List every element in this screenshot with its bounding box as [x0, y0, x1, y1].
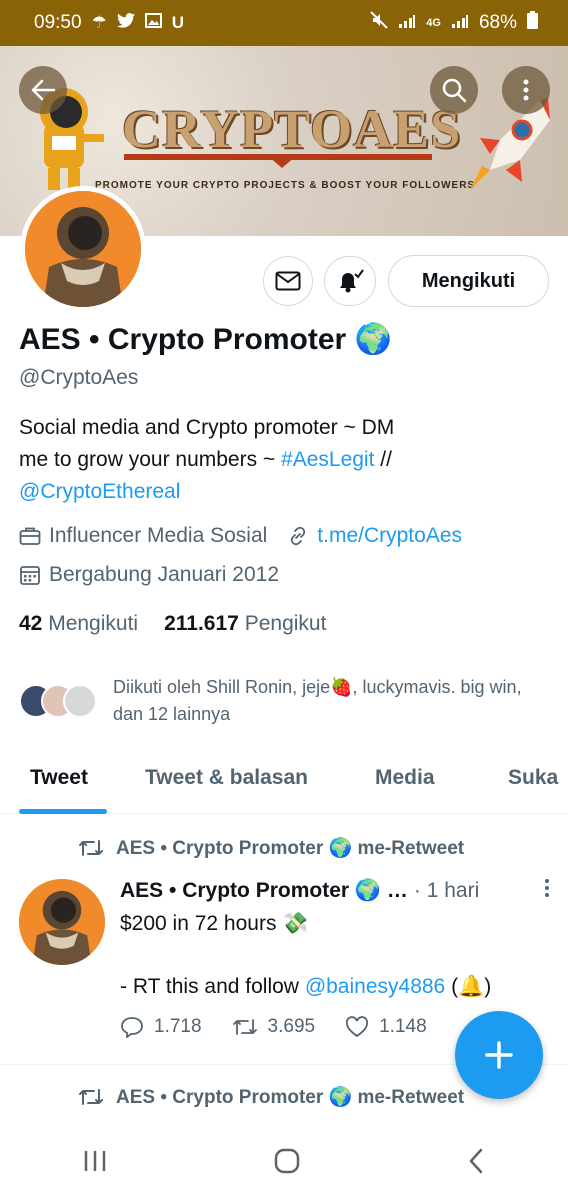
retweet-icon [232, 1019, 257, 1035]
home-button[interactable] [273, 1147, 301, 1180]
mute-icon [370, 11, 388, 35]
astronaut-avatar-image [25, 191, 141, 307]
plus-icon [485, 1041, 513, 1069]
bio-line-3: @CryptoEthereal [19, 476, 479, 508]
following-count: 42 [19, 612, 43, 635]
notifications-button[interactable] [324, 256, 376, 306]
profile-bio: Social media and Crypto promoter ~ DM me… [19, 412, 479, 508]
signal-icon [398, 12, 416, 34]
profile-joined-date: Bergabung Januari 2012 [49, 563, 280, 586]
bio-line-1: Social media and Crypto promoter ~ DM [19, 416, 395, 439]
tweet-header: AES • Crypto Promoter 🌍 … · 1 hari [120, 878, 550, 904]
message-button[interactable] [263, 256, 313, 306]
bio-hashtag-link[interactable]: #AesLegit [281, 448, 374, 471]
bio-line-2: me to grow your numbers ~ #AesLegit // [19, 444, 479, 476]
calendar-icon [20, 566, 40, 585]
profile-tabs: Tweet Tweet & balasan Media Suka [0, 752, 568, 814]
twitter-icon [116, 13, 135, 33]
tab-likes[interactable]: Suka [508, 766, 558, 790]
followers-count: 211.617 [164, 612, 239, 635]
status-time: 09:50 [34, 12, 82, 33]
bio-mention-link[interactable]: @CryptoEthereal [19, 480, 180, 503]
tweet-more-button[interactable] [544, 878, 550, 904]
following-button[interactable]: Mengikuti [388, 255, 549, 307]
banner-tagline: PROMOTE YOUR CRYPTO PROJECTS & BOOST YOU… [95, 180, 476, 191]
battery-icon [527, 11, 538, 35]
retweet-icon [79, 840, 103, 856]
tweet-text: - RT this and follow [120, 975, 305, 998]
astronaut-avatar-image [19, 879, 105, 965]
profile-handle: @CryptoAes [19, 366, 139, 389]
tweet-text-line-2: - RT this and follow @bainesy4886 (🔔) [120, 975, 550, 999]
more-vertical-icon [523, 79, 529, 101]
battery-percent: 68% [478, 12, 517, 33]
briefcase-icon [19, 527, 41, 545]
banner-title: CRYPTOAES [122, 99, 462, 159]
chevron-left-icon [469, 1148, 482, 1173]
following-label: Mengikuti [48, 612, 139, 635]
retweet-indicator: AES • Crypto Promoter 🌍 me-Retweet [78, 1085, 464, 1109]
tab-tweet[interactable]: Tweet [30, 766, 88, 790]
profile-name: AES • Crypto Promoter 🌍 [19, 323, 392, 356]
retweet-count: 3.695 [267, 1016, 316, 1037]
bio-text: me to grow your numbers ~ [19, 448, 282, 471]
network-type-label: 4G [426, 17, 441, 29]
more-options-button[interactable] [502, 66, 550, 114]
retweet-indicator: AES • Crypto Promoter 🌍 me-Retweet [78, 836, 464, 860]
followed-by-text: Diikuti oleh Shill Ronin, jeje🍓, luckyma… [113, 677, 522, 724]
follow-counts: 42 Mengikuti 211.617 Pengikut [19, 612, 326, 636]
search-icon [442, 78, 467, 103]
followers-count-link[interactable]: 211.617 Pengikut [164, 612, 326, 636]
system-nav-bar [0, 1126, 568, 1200]
search-button[interactable] [430, 66, 478, 114]
recent-apps-icon [85, 1150, 106, 1171]
recent-apps-button[interactable] [82, 1149, 108, 1178]
profile-avatar[interactable] [20, 186, 146, 312]
following-count-link[interactable]: 42 Mengikuti [19, 612, 138, 636]
arrow-left-icon [31, 79, 56, 101]
retweet-icon [79, 1089, 103, 1105]
tab-tweet-replies[interactable]: Tweet & balasan [145, 766, 308, 790]
bell-check-icon [340, 269, 364, 293]
profile-joined-row: Bergabung Januari 2012 [19, 563, 279, 587]
reply-count: 1.718 [154, 1016, 202, 1037]
compose-tweet-button[interactable] [455, 1011, 543, 1099]
tweet-mention-link[interactable]: @bainesy4886 [305, 975, 445, 998]
envelope-icon [275, 271, 301, 291]
weather-icon: ☂ [91, 13, 107, 32]
tweet-text-suffix: (🔔) [445, 975, 492, 998]
follower-avatar [63, 684, 97, 718]
tweet-author-avatar[interactable] [19, 879, 105, 965]
reply-button[interactable]: 1.718 [120, 1016, 202, 1038]
bio-text-suffix: // [374, 448, 392, 471]
status-bar: 09:50 ☂ U 4G 68% [0, 0, 568, 46]
link-icon [291, 526, 306, 546]
tweet-actions: 1.718 3.695 1.148 [120, 1016, 427, 1038]
system-back-button[interactable] [466, 1147, 486, 1180]
profile-category: Influencer Media Sosial [49, 524, 268, 547]
signal-icon-2 [451, 12, 469, 34]
followed-by-row[interactable]: Diikuti oleh Shill Ronin, jeje🍓, luckyma… [19, 674, 543, 728]
profile-website-link[interactable]: t.me/CryptoAes [317, 524, 462, 548]
profile-meta-row: Influencer Media Sosial t.me/CryptoAes [19, 524, 462, 548]
reply-icon [121, 1017, 143, 1038]
banner-pointer [268, 156, 296, 168]
like-button[interactable]: 1.148 [345, 1016, 427, 1038]
more-vertical-icon [545, 879, 549, 897]
retweet-button[interactable]: 3.695 [232, 1016, 316, 1038]
tweet-author-name[interactable]: AES • Crypto Promoter 🌍 … [120, 879, 408, 903]
tab-media[interactable]: Media [375, 766, 435, 790]
gallery-icon [144, 13, 162, 33]
u-icon: U [171, 13, 185, 32]
back-button[interactable] [19, 66, 67, 114]
retweet-label: AES • Crypto Promoter 🌍 me-Retweet [116, 838, 465, 859]
retweet-label: AES • Crypto Promoter 🌍 me-Retweet [116, 1087, 465, 1108]
followers-label: Pengikut [244, 612, 327, 635]
tweet-text-line-1: $200 in 72 hours 💸 [120, 912, 309, 935]
tweet-time: · 1 hari [413, 879, 480, 902]
like-count: 1.148 [379, 1016, 427, 1037]
home-icon [274, 1148, 300, 1173]
active-tab-indicator [19, 809, 107, 814]
heart-icon [346, 1016, 369, 1038]
